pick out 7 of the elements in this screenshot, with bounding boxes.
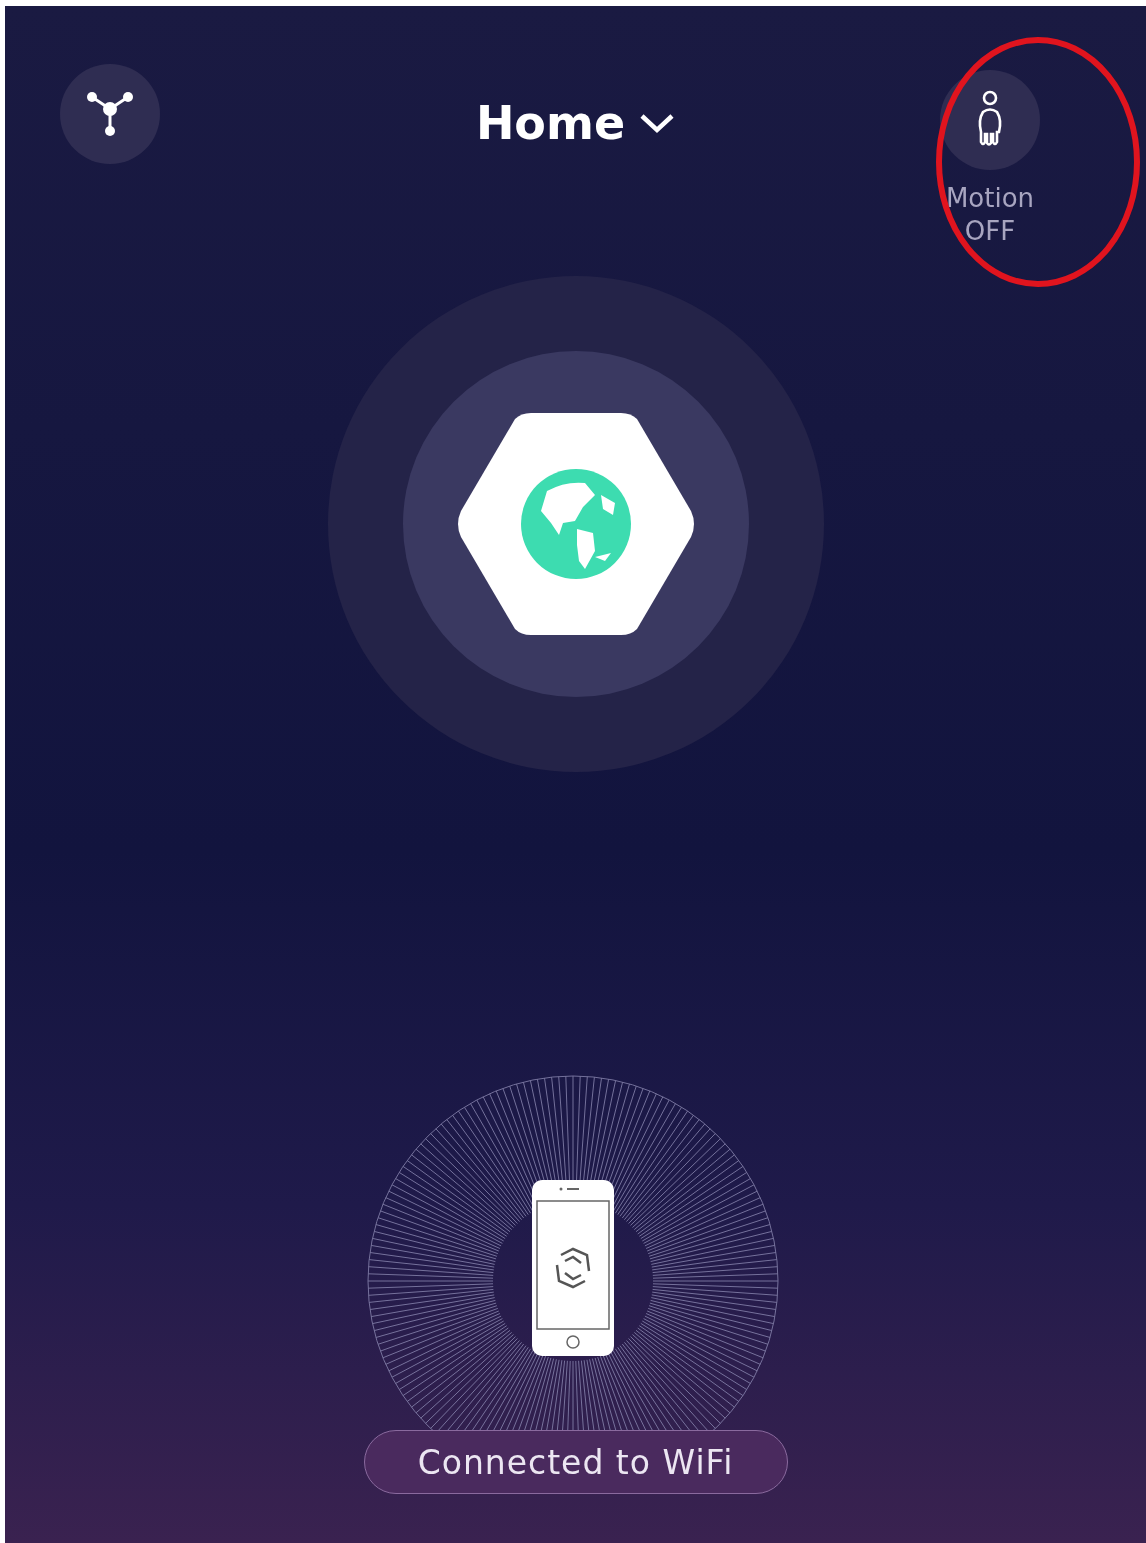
- chevron-down-icon[interactable]: [639, 112, 676, 134]
- motion-status: OFF: [963, 215, 1017, 248]
- home-title[interactable]: Home: [475, 96, 626, 150]
- motion-label: Motion: [945, 182, 1035, 215]
- smartphone-icon: [530, 1179, 615, 1357]
- connection-status: Connected to WiFi: [363, 1430, 788, 1494]
- network-nodes-icon: [85, 89, 135, 139]
